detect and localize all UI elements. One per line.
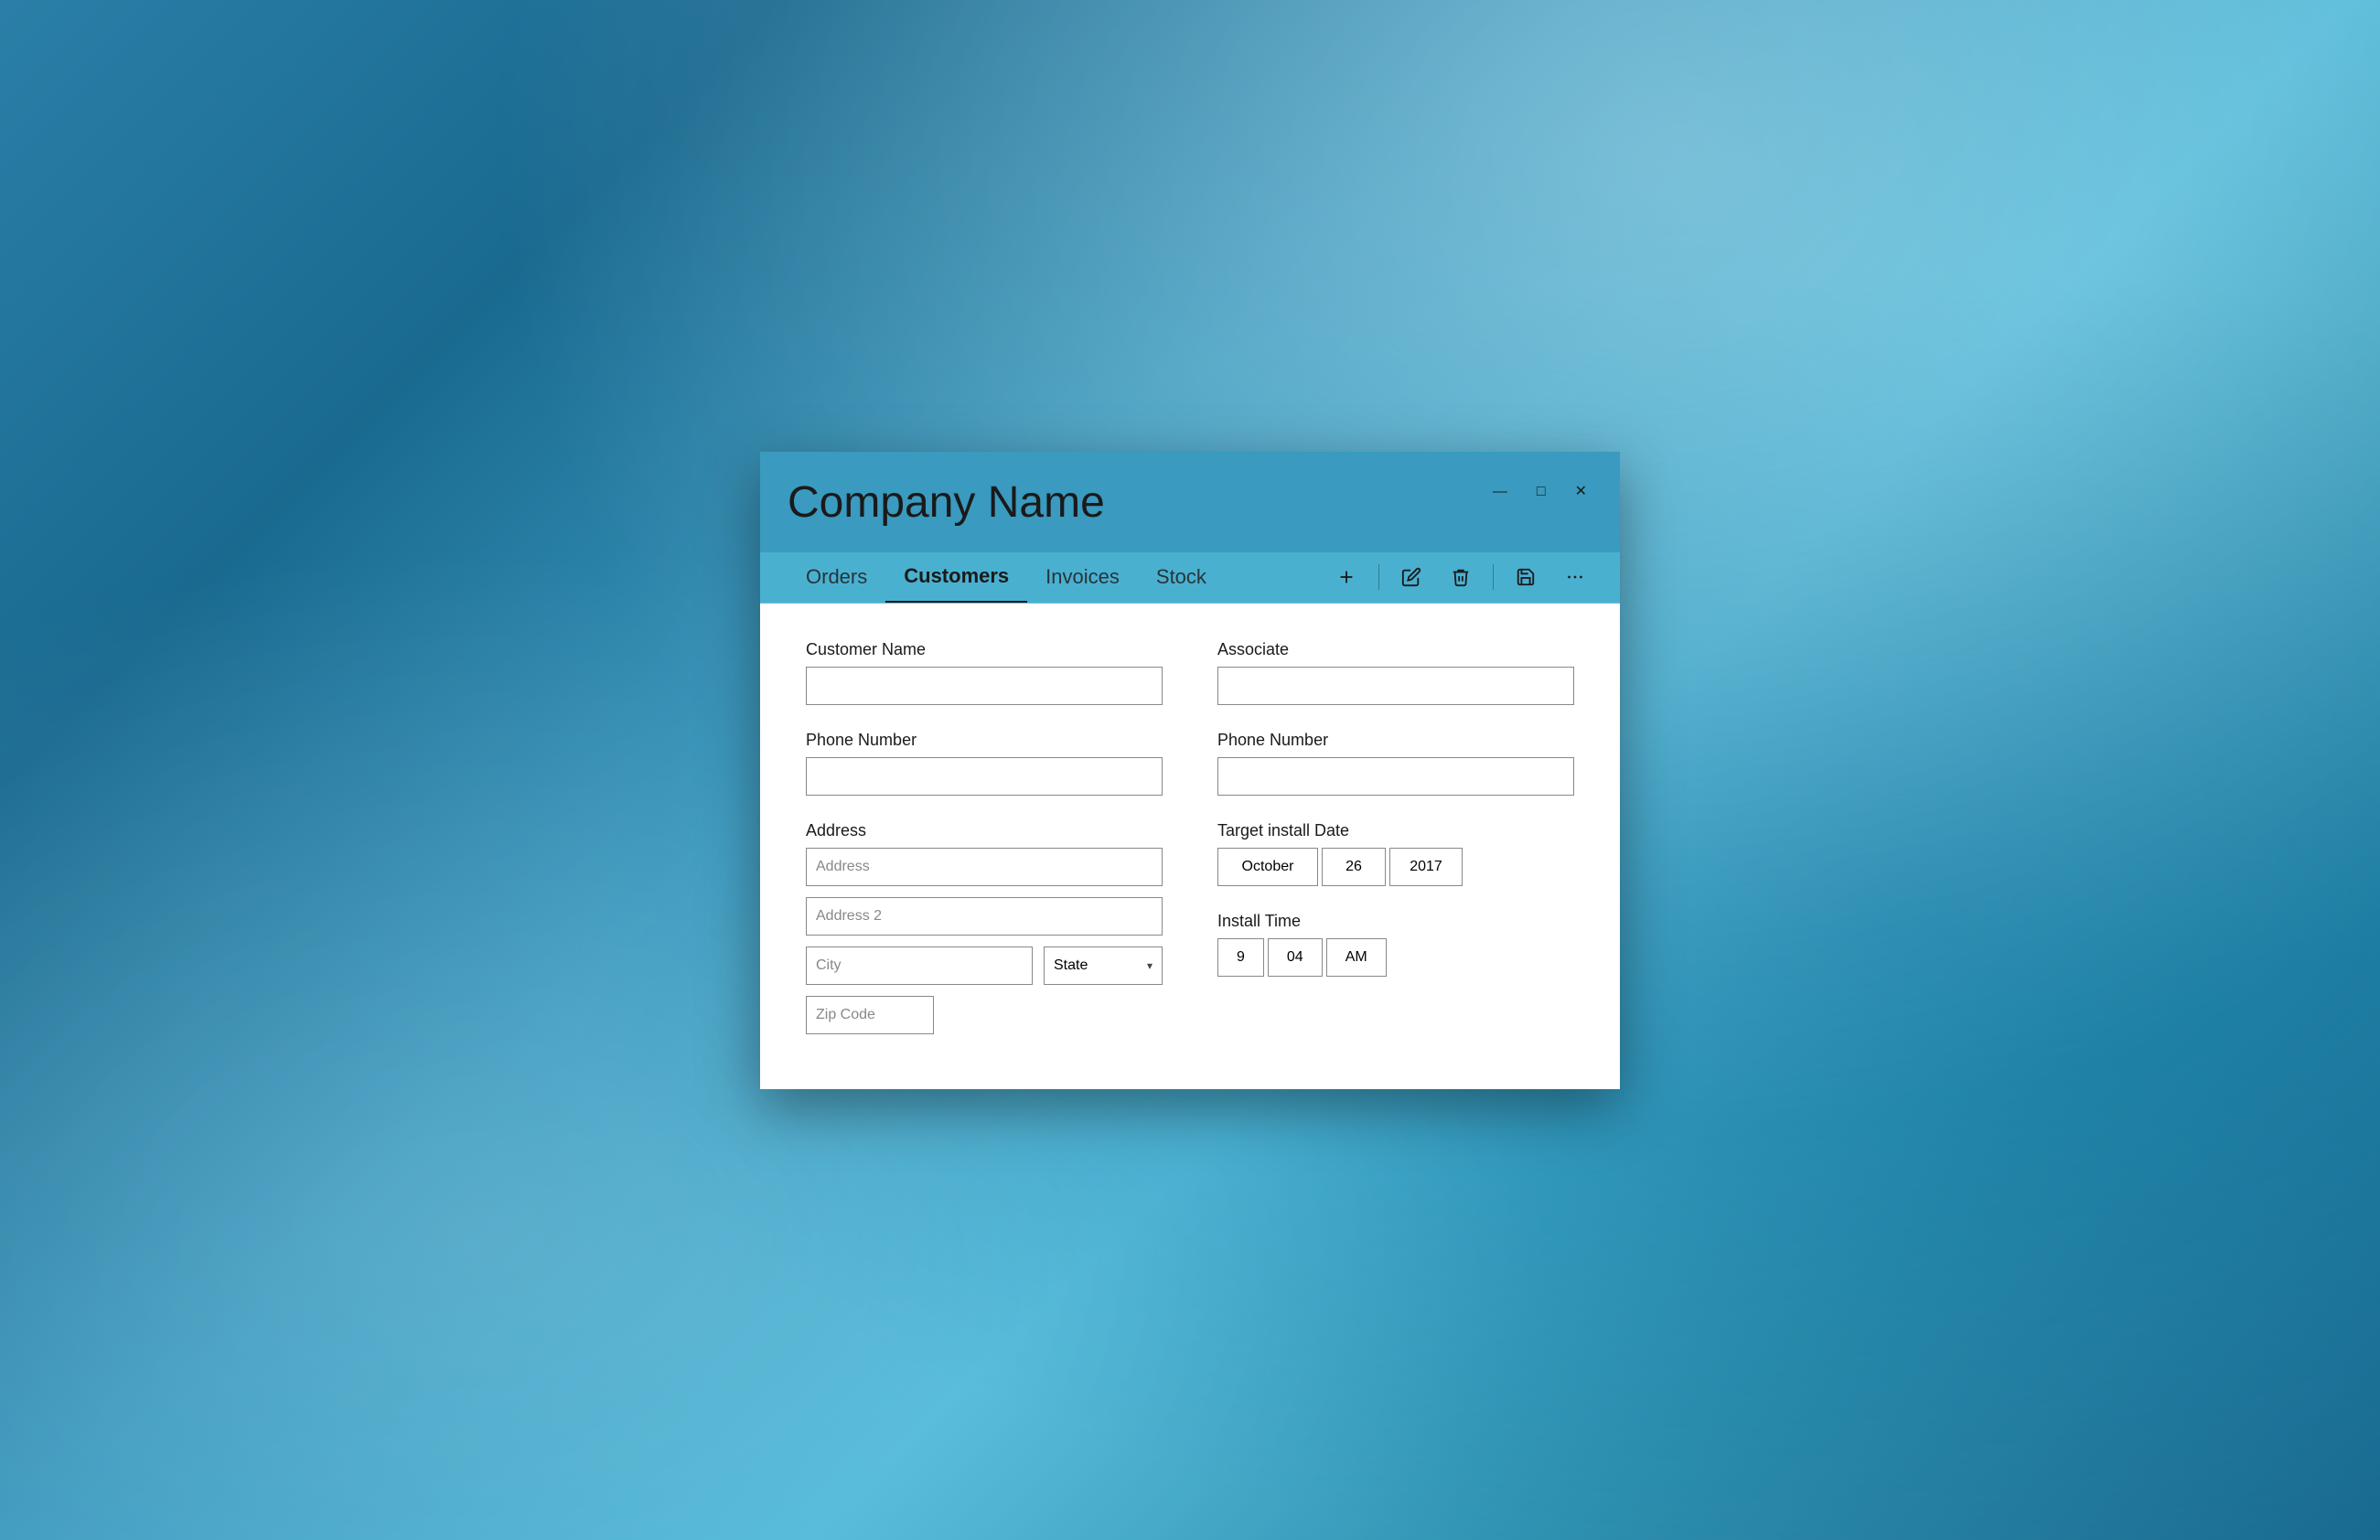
toolbar — [1329, 561, 1592, 593]
main-window: Company Name — □ ✕ Orders Customers Invo… — [760, 452, 1620, 1089]
trash-icon — [1451, 567, 1471, 587]
address2-input[interactable] — [806, 897, 1163, 936]
city-input[interactable] — [806, 946, 1033, 985]
address1-wrapper — [806, 848, 1163, 886]
associate-group: Associate — [1217, 640, 1574, 705]
date-month[interactable]: October — [1217, 848, 1318, 886]
more-button[interactable] — [1558, 561, 1592, 593]
associate-phone-input[interactable] — [1217, 757, 1574, 796]
customer-phone-label: Phone Number — [806, 731, 1163, 750]
associate-phone-label: Phone Number — [1217, 731, 1574, 750]
address-group: Address State ALAKAZ CACOFL — [806, 821, 1163, 1034]
tab-invoices[interactable]: Invoices — [1027, 551, 1138, 603]
state-select[interactable]: State ALAKAZ CACOFL GANYTX — [1054, 957, 1147, 973]
navbar: Orders Customers Invoices Stock — [760, 552, 1620, 604]
zip-wrapper — [806, 996, 1163, 1034]
nav-tabs: Orders Customers Invoices Stock — [788, 551, 1329, 603]
minimize-button[interactable]: — — [1487, 481, 1513, 503]
customer-name-label: Customer Name — [806, 640, 1163, 659]
address-label: Address — [806, 821, 1163, 840]
associate-input[interactable] — [1217, 667, 1574, 705]
time-minute[interactable]: 04 — [1268, 938, 1323, 977]
install-time-group: Install Time 9 04 AM — [1217, 912, 1574, 977]
zip-input[interactable] — [806, 996, 934, 1034]
app-title: Company Name — [788, 477, 1105, 528]
chevron-down-icon: ▾ — [1147, 959, 1152, 972]
customer-phone-group: Phone Number — [806, 731, 1163, 796]
add-button[interactable] — [1329, 561, 1364, 593]
associate-label: Associate — [1217, 640, 1574, 659]
maximize-button[interactable]: □ — [1531, 481, 1551, 503]
state-select-wrapper[interactable]: State ALAKAZ CACOFL GANYTX ▾ — [1044, 946, 1163, 985]
customer-name-group: Customer Name — [806, 640, 1163, 705]
target-install-date-group: Target install Date October 26 2017 — [1217, 821, 1574, 886]
titlebar: Company Name — □ ✕ — [760, 452, 1620, 552]
date-day[interactable]: 26 — [1322, 848, 1386, 886]
address1-input[interactable] — [806, 848, 1163, 886]
date-year[interactable]: 2017 — [1389, 848, 1463, 886]
address2-wrapper — [806, 897, 1163, 936]
delete-button[interactable] — [1443, 561, 1478, 593]
tab-customers[interactable]: Customers — [885, 551, 1027, 603]
form-right: Associate Phone Number Target install Da… — [1217, 640, 1574, 1034]
customer-name-input[interactable] — [806, 667, 1163, 705]
tab-stock[interactable]: Stock — [1138, 551, 1225, 603]
close-button[interactable]: ✕ — [1570, 481, 1592, 503]
pencil-icon — [1401, 567, 1421, 587]
divider-2 — [1493, 564, 1494, 590]
install-time-label: Install Time — [1217, 912, 1574, 931]
associate-phone-group: Phone Number — [1217, 731, 1574, 796]
save-icon — [1516, 567, 1536, 587]
city-state-row: State ALAKAZ CACOFL GANYTX ▾ — [806, 946, 1163, 985]
form-grid: Customer Name Phone Number Address — [806, 640, 1574, 1034]
divider-1 — [1378, 564, 1379, 590]
plus-icon — [1336, 567, 1356, 587]
time-ampm[interactable]: AM — [1326, 938, 1387, 977]
form-left: Customer Name Phone Number Address — [806, 640, 1163, 1034]
time-row: 9 04 AM — [1217, 938, 1574, 977]
content-area: Customer Name Phone Number Address — [760, 604, 1620, 1089]
tab-orders[interactable]: Orders — [788, 551, 885, 603]
customer-phone-input[interactable] — [806, 757, 1163, 796]
time-hour[interactable]: 9 — [1217, 938, 1264, 977]
target-install-date-label: Target install Date — [1217, 821, 1574, 840]
date-row: October 26 2017 — [1217, 848, 1574, 886]
more-icon — [1565, 567, 1585, 587]
save-button[interactable] — [1508, 561, 1543, 593]
window-controls: — □ ✕ — [1487, 477, 1592, 503]
edit-button[interactable] — [1394, 561, 1429, 593]
